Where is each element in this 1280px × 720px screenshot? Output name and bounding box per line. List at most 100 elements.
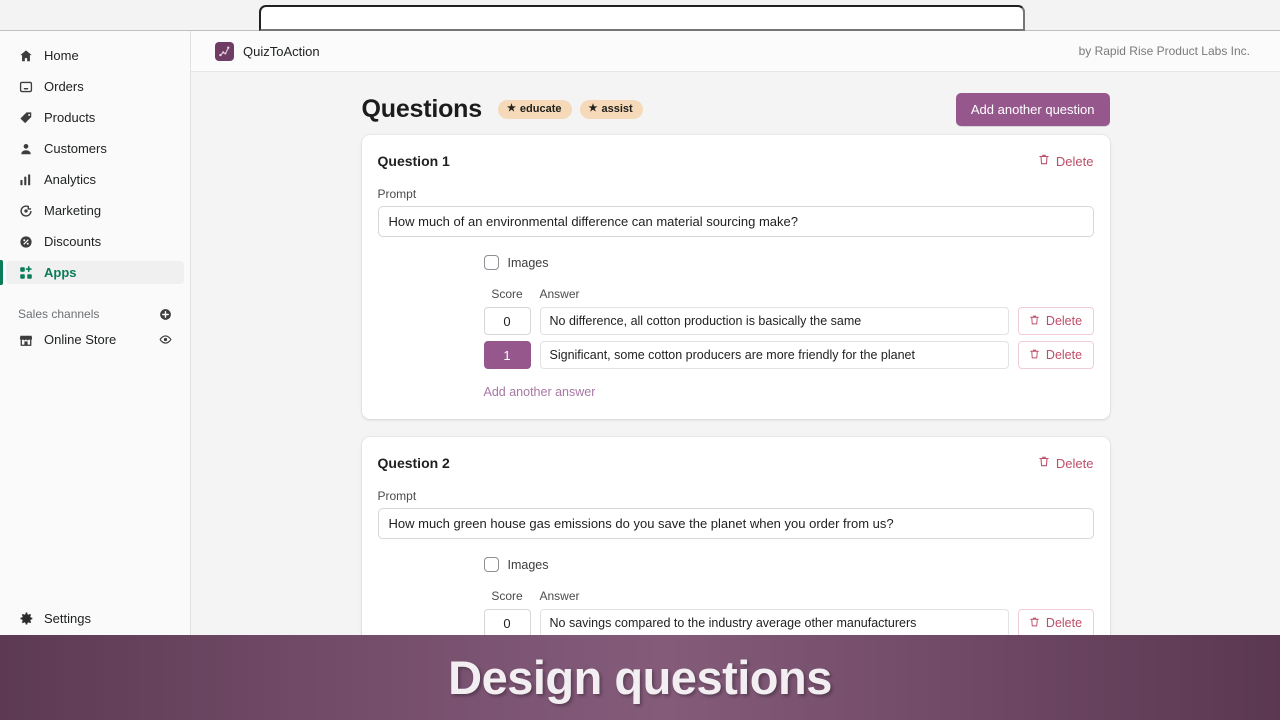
add-another-question-button[interactable]: Add another question	[955, 92, 1110, 126]
sidebar-item-marketing[interactable]: Marketing	[6, 199, 184, 222]
sidebar-item-analytics[interactable]: Analytics	[6, 168, 184, 191]
badge-label: educate	[519, 102, 562, 115]
answer-column-header: Answer	[539, 589, 580, 603]
questions-list: Question 1 Delete Prompt I	[361, 126, 1110, 635]
gear-icon	[18, 610, 34, 626]
answers-column-headers: Score Answer	[484, 589, 1094, 603]
answer-score-toggle[interactable]: 1	[483, 341, 531, 369]
sidebar-item-label: Analytics	[44, 172, 97, 187]
answer-row: 0 Delete	[483, 307, 1094, 335]
discounts-percent-icon	[18, 234, 34, 250]
sidebar-item-home[interactable]: Home	[6, 44, 184, 67]
browser-chrome	[0, 0, 1280, 31]
badge-educate: ★ educate	[497, 99, 572, 119]
sidebar-item-label: Online Store	[44, 332, 117, 347]
delete-answer-button[interactable]: Delete	[1017, 307, 1094, 335]
products-tag-icon	[18, 110, 34, 126]
delete-label: Delete	[1045, 314, 1083, 328]
answer-score-toggle[interactable]: 0	[483, 609, 531, 635]
sidebar-item-label: Customers	[44, 141, 107, 156]
badge-label: assist	[601, 102, 633, 115]
orders-icon	[18, 79, 34, 95]
sidebar-item-discounts[interactable]: Discounts	[6, 230, 184, 253]
sidebar-item-products[interactable]: Products	[6, 106, 184, 129]
images-checkbox-row[interactable]: Images	[483, 255, 1094, 270]
trash-icon	[1029, 616, 1040, 631]
trash-icon	[1029, 348, 1040, 363]
delete-label: Delete	[1055, 153, 1094, 169]
page-title: Questions	[361, 94, 483, 123]
prompt-label: Prompt	[377, 187, 417, 201]
star-icon: ★	[588, 102, 598, 114]
score-column-header: Score	[491, 287, 523, 301]
browser-url-bar[interactable]	[259, 5, 1025, 31]
sidebar-item-label: Orders	[44, 79, 84, 94]
answer-column-header: Answer	[539, 287, 580, 301]
images-label: Images	[507, 557, 549, 572]
page-badges: ★ educate ★ assist	[497, 99, 643, 119]
marketing-megaphone-icon	[18, 203, 34, 219]
main-area: QuizToAction by Rapid Rise Product Labs …	[191, 31, 1280, 635]
delete-question-button[interactable]: Delete	[1038, 455, 1094, 471]
delete-label: Delete	[1045, 348, 1083, 362]
active-accent-bar	[0, 260, 3, 285]
app-name: QuizToAction	[243, 43, 320, 59]
app-brand: QuizToAction	[215, 41, 320, 61]
sidebar-nav: Home Orders Products Customers Analytics…	[0, 31, 190, 285]
question-title: Question 2	[377, 455, 450, 471]
images-label: Images	[507, 255, 549, 270]
sidebar-item-label: Discounts	[44, 234, 102, 249]
sidebar-item-settings[interactable]: Settings	[0, 607, 191, 629]
sidebar-item-customers[interactable]: Customers	[6, 137, 184, 160]
delete-answer-button[interactable]: Delete	[1017, 341, 1094, 369]
sidebar-item-label: Products	[44, 110, 96, 125]
images-checkbox-row[interactable]: Images	[483, 557, 1094, 572]
sidebar: Home Orders Products Customers Analytics…	[0, 31, 191, 635]
answers-section: Images Score Answer 0	[483, 557, 1094, 635]
answer-text-input[interactable]	[539, 609, 1009, 635]
question-title: Question 1	[377, 153, 450, 169]
prompt-input[interactable]	[377, 508, 1094, 539]
sidebar-item-label: Home	[44, 48, 79, 63]
store-icon	[18, 332, 34, 348]
sidebar-item-online-store[interactable]: Online Store	[6, 328, 184, 351]
badge-assist: ★ assist	[579, 99, 643, 119]
sidebar-item-label: Apps	[44, 265, 77, 280]
home-icon	[18, 48, 34, 64]
customers-person-icon	[18, 141, 34, 157]
answer-row: 1 Delete	[483, 341, 1094, 369]
add-sales-channel-icon[interactable]	[159, 308, 172, 321]
sidebar-item-orders[interactable]: Orders	[6, 75, 184, 98]
app-publisher: by Rapid Rise Product Labs Inc.	[1078, 44, 1250, 58]
delete-question-button[interactable]: Delete	[1038, 153, 1094, 169]
add-another-answer-link[interactable]: Add another answer	[484, 385, 596, 399]
sidebar-item-label: Marketing	[44, 203, 102, 218]
answer-score-toggle[interactable]: 0	[483, 307, 531, 335]
sidebar-section-sales-channels: Sales channels	[0, 304, 190, 324]
answer-text-input[interactable]	[539, 307, 1009, 335]
trash-icon	[1029, 314, 1040, 329]
question-card-header: Question 2 Delete	[378, 455, 1094, 471]
sidebar-item-label: Settings	[44, 610, 91, 626]
question-card: Question 1 Delete Prompt I	[361, 135, 1110, 419]
answer-text-input[interactable]	[539, 341, 1009, 369]
answers-column-headers: Score Answer	[484, 287, 1094, 301]
prompt-input[interactable]	[377, 206, 1094, 237]
sidebar-section-label: Sales channels	[18, 307, 100, 321]
page-scroll-region: Questions ★ educate ★ assist Add another…	[191, 72, 1280, 635]
delete-answer-button[interactable]: Delete	[1017, 609, 1094, 635]
analytics-bars-icon	[18, 172, 34, 188]
caption-banner: Design questions	[0, 635, 1280, 720]
app-root: Home Orders Products Customers Analytics…	[0, 0, 1280, 720]
images-checkbox[interactable]	[483, 255, 499, 270]
page-header: Questions ★ educate ★ assist Add another…	[191, 72, 1280, 126]
sidebar-item-apps[interactable]: Apps	[0, 260, 184, 285]
trash-icon	[1038, 455, 1050, 471]
images-checkbox[interactable]	[483, 557, 499, 572]
caption-text: Design questions	[448, 651, 832, 704]
embedded-app-bar: QuizToAction by Rapid Rise Product Labs …	[191, 31, 1280, 72]
quiztoaction-logo	[215, 41, 234, 61]
trash-icon	[1038, 153, 1050, 169]
delete-label: Delete	[1055, 455, 1094, 471]
eye-icon[interactable]	[159, 333, 172, 346]
